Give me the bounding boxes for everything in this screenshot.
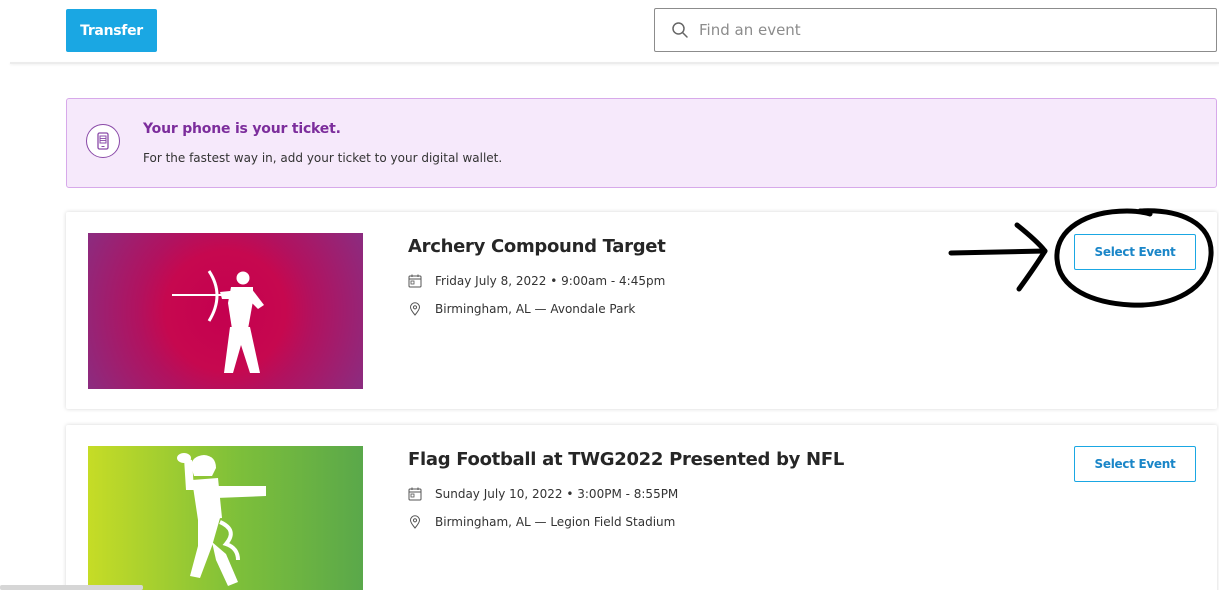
archer-icon xyxy=(172,270,264,373)
phone-ticket-icon xyxy=(86,124,120,158)
transfer-button[interactable]: Transfer xyxy=(66,9,157,52)
event-date-row: Friday July 8, 2022 • 9:00am - 4:45pm xyxy=(408,272,665,290)
event-location-row: Birmingham, AL — Avondale Park xyxy=(408,300,635,318)
search-box[interactable] xyxy=(654,8,1217,52)
banner-title: Your phone is your ticket. xyxy=(143,121,341,137)
location-pin-icon xyxy=(409,515,421,529)
banner-text: For the fastest way in, add your ticket … xyxy=(143,151,503,165)
event-title[interactable]: Archery Compound Target xyxy=(408,236,666,257)
event-image[interactable] xyxy=(88,233,363,389)
calendar-icon xyxy=(408,487,422,501)
event-card: Archery Compound Target Friday July 8, 2… xyxy=(66,212,1217,409)
calendar-icon xyxy=(408,274,422,288)
top-bar: Transfer xyxy=(0,0,1219,63)
wallet-banner: Your phone is your ticket. For the faste… xyxy=(66,98,1217,188)
select-event-button[interactable]: Select Event xyxy=(1074,234,1196,270)
event-location: Birmingham, AL — Legion Field Stadium xyxy=(435,515,676,529)
event-image[interactable] xyxy=(88,446,363,590)
horizontal-scrollbar[interactable] xyxy=(0,585,143,590)
event-title[interactable]: Flag Football at TWG2022 Presented by NF… xyxy=(408,449,844,470)
header-divider xyxy=(10,62,1219,64)
event-date: Sunday July 10, 2022 • 3:00PM - 8:55PM xyxy=(435,487,679,501)
event-location: Birmingham, AL — Avondale Park xyxy=(435,302,636,316)
event-location-row: Birmingham, AL — Legion Field Stadium xyxy=(408,513,675,531)
event-date-row: Sunday July 10, 2022 • 3:00PM - 8:55PM xyxy=(408,485,678,503)
event-card: Flag Football at TWG2022 Presented by NF… xyxy=(66,425,1217,590)
event-date: Friday July 8, 2022 • 9:00am - 4:45pm xyxy=(435,274,666,288)
search-input[interactable] xyxy=(699,10,1199,50)
select-event-button[interactable]: Select Event xyxy=(1074,446,1196,482)
flag-football-player-icon xyxy=(177,453,266,586)
search-icon xyxy=(672,22,688,38)
location-pin-icon xyxy=(409,302,421,316)
